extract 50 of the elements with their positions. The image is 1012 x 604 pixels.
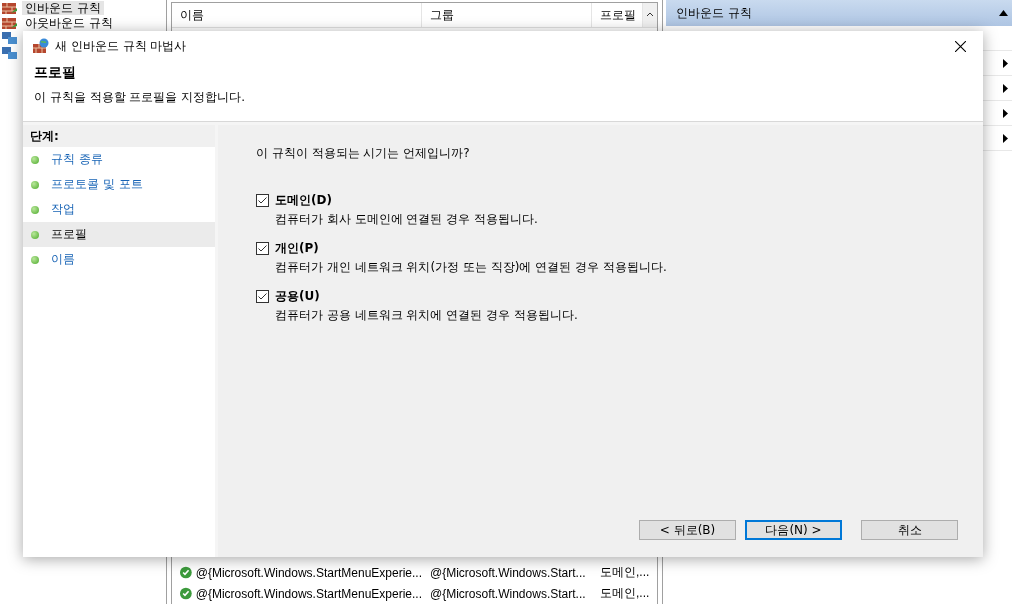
step-dot-icon — [31, 155, 39, 164]
step-dot-icon — [31, 255, 39, 264]
page-heading: 프로필 — [34, 64, 77, 82]
collapse-icon[interactable] — [999, 10, 1008, 16]
firewall-icon — [2, 15, 18, 30]
option-description: 컴퓨터가 회사 도메인에 연결된 경우 적용됩니다. — [275, 211, 538, 228]
checkbox-label[interactable]: 공용(U) — [275, 288, 320, 305]
submenu-arrow-icon[interactable] — [1003, 83, 1008, 93]
table-cell-text: 도메인,... — [599, 564, 651, 581]
table-cell-text: @{Microsoft.Windows.Start... — [429, 586, 587, 601]
tree-item[interactable]: 아웃바운드 규칙 — [22, 15, 116, 30]
steps-title: 단계: — [23, 125, 215, 147]
checkbox-label[interactable]: 도메인(D) — [275, 192, 332, 209]
table-cell-text: @{Microsoft.Windows.Start... — [429, 565, 587, 580]
firewall-icon — [2, 0, 18, 15]
column-header[interactable]: 그룹 — [422, 3, 592, 27]
step-item[interactable]: 작업 — [23, 197, 215, 222]
option-description: 컴퓨터가 공용 네트워크 위치에 연결된 경우 적용됩니다. — [275, 307, 578, 324]
actions-header[interactable]: 인바운드 규칙 — [666, 0, 1012, 26]
table-cell-text: 도메인,... — [599, 585, 651, 602]
page-subtitle: 이 규칙을 적용할 프로필을 지정합니다. — [34, 89, 247, 106]
close-icon — [954, 40, 966, 52]
question-text: 이 규칙이 적용되는 시기는 언제입니까? — [256, 145, 471, 162]
step-dot-icon — [31, 180, 39, 189]
table-cell: @{Microsoft.Windows.StartMenuExperie... — [172, 586, 422, 601]
checkbox[interactable] — [256, 194, 269, 207]
submenu-arrow-icon[interactable] — [1003, 58, 1008, 68]
dialog-button[interactable]: 취소 — [861, 520, 958, 540]
step-item[interactable]: 이름 — [23, 247, 215, 272]
checkbox-label[interactable]: 개인(P) — [275, 240, 319, 257]
checkbox[interactable] — [256, 242, 269, 255]
dialog-button[interactable]: < 뒤로(B) — [639, 520, 736, 540]
step-item[interactable]: 프로토콜 및 포트 — [23, 172, 215, 197]
step-dot-icon — [31, 230, 39, 239]
table-cell: @{Microsoft.Windows.StartMenuExperie... — [172, 565, 422, 580]
tree-item[interactable]: 인바운드 규칙 — [22, 0, 104, 15]
submenu-arrow-icon[interactable] — [1003, 133, 1008, 143]
window-title: 새 인바운드 규칙 마법사 — [55, 37, 187, 55]
step-item[interactable]: 프로필 — [23, 222, 215, 247]
monitor-icon — [2, 30, 18, 45]
option-description: 컴퓨터가 개인 네트워크 위치(가정 또는 직장)에 연결된 경우 적용됩니다. — [275, 259, 667, 276]
step-item[interactable]: 규칙 종류 — [23, 147, 215, 172]
actions-title: 인바운드 규칙 — [676, 4, 752, 22]
firewall-globe-icon — [33, 38, 49, 54]
column-header[interactable]: 이름 — [172, 3, 422, 27]
step-dot-icon — [31, 205, 39, 214]
dialog-button[interactable]: 다음(N) > — [745, 520, 842, 540]
monitor-icon — [2, 45, 18, 60]
submenu-arrow-icon[interactable] — [1003, 108, 1008, 118]
checkbox[interactable] — [256, 290, 269, 303]
